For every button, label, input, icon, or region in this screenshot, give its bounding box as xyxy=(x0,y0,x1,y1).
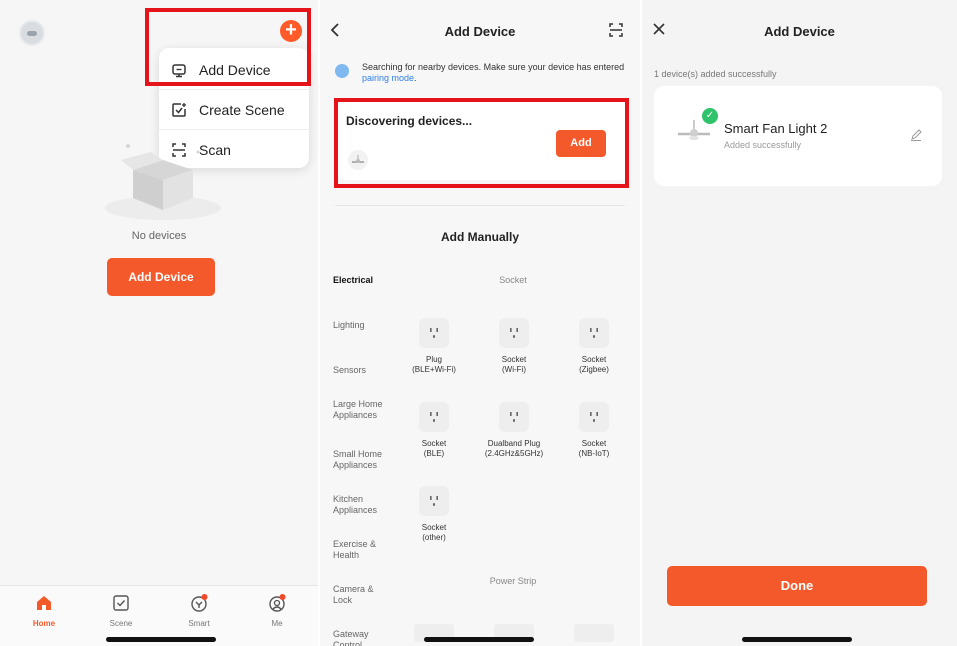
empty-box-illustration xyxy=(105,144,221,220)
page-title: Add Device xyxy=(444,24,516,39)
device-label-1: Socket xyxy=(501,355,527,364)
add-manually-title: Add Manually xyxy=(440,230,519,244)
device-label-2: (other) xyxy=(422,533,446,542)
socket-icon xyxy=(419,402,449,432)
family-avatar[interactable] xyxy=(19,20,45,46)
smart-icon xyxy=(169,594,229,614)
fan-light-icon[interactable] xyxy=(348,150,368,170)
home-indicator xyxy=(742,637,852,642)
add-device-icon xyxy=(159,62,199,78)
device-label-2: (NB-IoT) xyxy=(578,449,610,458)
device-label-2: (BLE+Wi-Fi) xyxy=(412,365,456,374)
me-icon xyxy=(247,594,307,614)
added-count-text: 1 device(s) added successfully xyxy=(654,69,777,79)
device-label-2: (Zigbee) xyxy=(579,365,609,374)
device-label-1: Dualband Plug xyxy=(487,439,541,448)
discovered-add-button[interactable]: Add xyxy=(556,130,606,157)
home-icon xyxy=(14,594,74,614)
tab-home[interactable]: Home xyxy=(14,594,74,628)
category-camera-lock[interactable]: Camera & Lock xyxy=(333,584,387,606)
home-screen: + Add Device Create Scene Scan No device… xyxy=(0,0,318,646)
category-sensors[interactable]: Sensors xyxy=(333,365,398,376)
result-screen: Add Device 1 device(s) added successfull… xyxy=(642,0,957,646)
added-device-card: ✓ Smart Fan Light 2 Added successfully xyxy=(654,86,942,186)
page-title: Add Device xyxy=(764,24,835,39)
device-tile[interactable]: Socket (Wi-Fi) xyxy=(474,318,554,375)
discovering-card: Discovering devices... Add xyxy=(338,100,628,180)
device-label-1: Socket xyxy=(581,355,607,364)
category-kitchen-appliances[interactable]: Kitchen Appliances xyxy=(333,494,393,516)
searching-indicator xyxy=(335,64,349,78)
discovering-title: Discovering devices... xyxy=(346,114,473,128)
socket-icon xyxy=(419,486,449,516)
category-exercise-health[interactable]: Exercise & Health xyxy=(333,539,387,561)
done-button[interactable]: Done xyxy=(667,566,927,606)
socket-icon xyxy=(579,402,609,432)
category-large-home-appliances[interactable]: Large Home Appliances xyxy=(333,399,391,421)
create-scene-icon xyxy=(159,102,199,118)
device-label-1: Plug xyxy=(425,355,442,364)
tab-smart[interactable]: Smart xyxy=(169,594,229,628)
category-lighting[interactable]: Lighting xyxy=(333,320,398,331)
empty-state-text: No devices xyxy=(131,230,187,242)
success-check-icon: ✓ xyxy=(702,108,718,124)
device-tile[interactable]: Socket (other) xyxy=(394,486,474,543)
home-indicator xyxy=(424,637,534,642)
group-power-strip: Power Strip xyxy=(489,576,537,586)
device-tile[interactable]: Dualband Plug (2.4GHz&5GHz) xyxy=(474,402,554,459)
device-label-2: (BLE) xyxy=(423,449,445,458)
power-strip-icon[interactable] xyxy=(574,624,614,642)
device-tile[interactable]: Socket (Zigbee) xyxy=(554,318,634,375)
add-plus-button[interactable]: + xyxy=(280,20,302,42)
tab-me[interactable]: Me xyxy=(247,594,307,628)
search-hint-end: . xyxy=(414,73,417,83)
tab-label: Scene xyxy=(109,619,133,628)
device-label-1: Socket xyxy=(581,439,607,448)
socket-icon xyxy=(419,318,449,348)
scan-icon[interactable] xyxy=(608,22,624,43)
device-tile[interactable]: Socket (BLE) xyxy=(394,402,474,459)
menu-label: Add Device xyxy=(199,62,271,78)
device-label-2: (2.4GHz&5GHz) xyxy=(484,449,544,458)
tab-label: Smart xyxy=(188,619,210,628)
tab-scene[interactable]: Scene xyxy=(91,594,151,628)
menu-item-create-scene[interactable]: Create Scene xyxy=(159,89,309,129)
pairing-mode-link[interactable]: pairing mode xyxy=(362,73,414,83)
device-name: Smart Fan Light 2 xyxy=(724,121,828,136)
socket-icon xyxy=(579,318,609,348)
device-tile[interactable]: Plug (BLE+Wi-Fi) xyxy=(394,318,474,375)
edit-pencil-icon[interactable] xyxy=(910,128,922,146)
tab-label: Me xyxy=(271,619,283,628)
socket-icon xyxy=(499,318,529,348)
device-status: Added successfully xyxy=(724,140,802,150)
group-socket: Socket xyxy=(499,275,527,285)
category-small-home-appliances[interactable]: Small Home Appliances xyxy=(333,449,395,471)
device-label-1: Socket xyxy=(421,439,447,448)
home-indicator xyxy=(106,637,216,642)
device-label-2: (Wi-Fi) xyxy=(502,365,526,374)
divider xyxy=(335,205,625,206)
socket-icon xyxy=(499,402,529,432)
discovery-screen: Add Device Searching for nearby devices.… xyxy=(320,0,640,646)
add-device-button[interactable]: Add Device xyxy=(107,258,215,296)
device-label-1: Socket xyxy=(421,523,447,532)
category-electrical[interactable]: Electrical xyxy=(333,275,398,286)
menu-item-add-device[interactable]: Add Device xyxy=(159,50,309,90)
tab-label: Home xyxy=(32,619,56,628)
search-hint-text: Searching for nearby devices. Make sure … xyxy=(362,62,625,72)
scene-icon xyxy=(91,594,151,614)
search-hint: Searching for nearby devices. Make sure … xyxy=(362,62,632,84)
category-gateway-control[interactable]: Gateway Control xyxy=(333,629,398,646)
device-tile[interactable]: Socket (NB-IoT) xyxy=(554,402,634,459)
menu-label: Create Scene xyxy=(199,101,285,118)
